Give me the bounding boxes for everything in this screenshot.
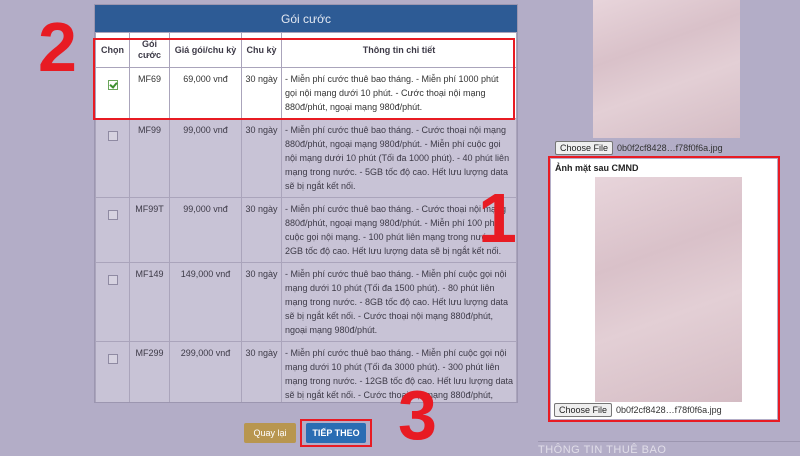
plan-panel-title: Gói cước	[95, 5, 517, 32]
plan-cycle: 30 ngày	[241, 118, 282, 198]
plan-price: 149,000 vnđ	[169, 262, 242, 342]
plan-price: 99,000 vnđ	[169, 118, 242, 198]
plan-code: MF99T	[129, 197, 170, 263]
plan-row-mf99[interactable]: MF99 99,000 vnđ 30 ngày - Miễn phí cước …	[95, 118, 517, 198]
plan-code: MF299	[129, 341, 170, 402]
back-button[interactable]: Quay lại	[244, 423, 296, 443]
choose-file-button[interactable]: Choose File	[555, 141, 614, 155]
plan-details: - Miễn phí cước thuê bao tháng. - Miễn p…	[281, 262, 517, 342]
highlight-next-button	[300, 419, 372, 447]
checkbox-icon[interactable]	[107, 354, 118, 364]
plan-price: 299,000 vnđ	[169, 341, 242, 402]
id-front-file-row: Choose File 0b0f2cf8428…f78f0f6a.jpg	[555, 141, 723, 155]
step-number-2: 2	[38, 8, 77, 86]
plan-cycle: 30 ngày	[241, 262, 282, 342]
id-front-image	[593, 0, 740, 138]
step-number-1: 1	[478, 179, 517, 257]
step-number-3: 3	[398, 376, 437, 454]
plan-row-mf99t[interactable]: MF99T 99,000 vnđ 30 ngày - Miễn phí cước…	[95, 197, 517, 263]
highlight-id-back	[548, 156, 780, 422]
plan-cycle: 30 ngày	[241, 197, 282, 263]
checkbox-icon[interactable]	[107, 275, 118, 285]
plan-row-mf149[interactable]: MF149 149,000 vnđ 30 ngày - Miễn phí cướ…	[95, 262, 517, 342]
plan-code: MF99	[129, 118, 170, 198]
checkbox-icon[interactable]	[107, 131, 118, 141]
plan-cycle: 30 ngày	[241, 341, 282, 402]
plan-row-mf299[interactable]: MF299 299,000 vnđ 30 ngày - Miễn phí cướ…	[95, 341, 517, 402]
subscriber-info-title: THÔNG TIN THUÊ BAO	[538, 441, 800, 456]
file-name: 0b0f2cf8428…f78f0f6a.jpg	[617, 143, 723, 153]
plan-code: MF149	[129, 262, 170, 342]
plan-price: 99,000 vnđ	[169, 197, 242, 263]
highlight-selected-plan	[93, 38, 515, 120]
checkbox-icon[interactable]	[107, 210, 118, 220]
